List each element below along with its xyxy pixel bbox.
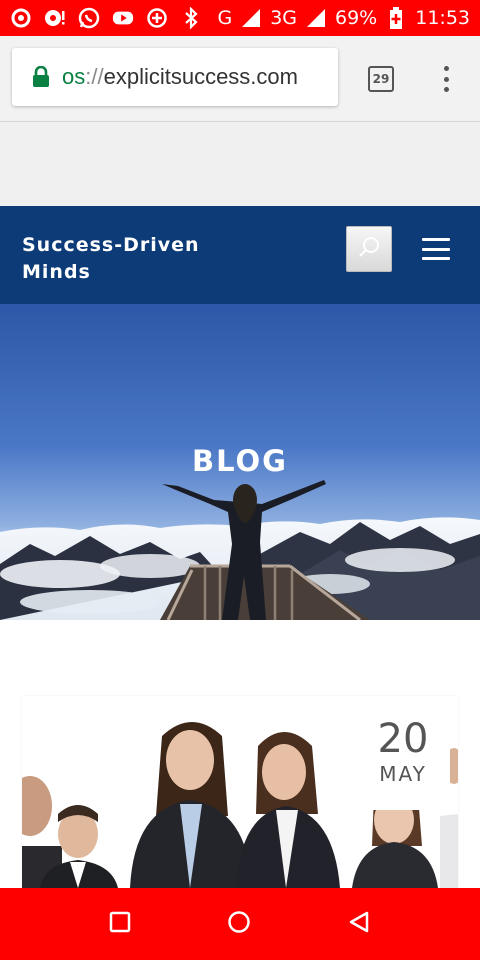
hamburger-line: [422, 238, 450, 241]
dot-icon: [443, 87, 449, 92]
clock: 11:53: [415, 7, 470, 29]
battery-charging-icon: [385, 7, 407, 29]
network-g-label: G: [217, 7, 233, 29]
record-icon: [10, 7, 32, 29]
network-3g-label: 3G: [270, 7, 297, 29]
blog-post-list: 20 MAY: [0, 620, 480, 888]
back-triangle-icon: [348, 910, 370, 939]
post-date-month: MAY: [379, 762, 427, 786]
dot-icon: [443, 66, 449, 71]
site-title[interactable]: Success-Driven Minds: [22, 232, 242, 286]
battery-percent: 69%: [335, 7, 378, 29]
notification-icon: [44, 7, 66, 29]
menu-button[interactable]: [422, 238, 450, 260]
tab-switcher-button[interactable]: 29: [368, 66, 394, 92]
whatsapp-icon: [78, 7, 100, 29]
hamburger-line: [422, 257, 450, 260]
search-button[interactable]: [346, 226, 392, 272]
dot-icon: [443, 76, 449, 82]
status-bar: G 3G 69% 11:53: [0, 0, 480, 36]
android-nav-bar: [0, 888, 480, 960]
page-top-gap: [0, 122, 480, 206]
status-icons-right: G 3G 69% 11:53: [217, 7, 470, 29]
signal-3g-icon: [305, 7, 327, 29]
hero-title: BLOG: [191, 444, 288, 478]
overflow-menu-button[interactable]: [436, 66, 456, 92]
hero-banner: BLOG: [0, 304, 480, 620]
data-saver-icon: [146, 7, 168, 29]
back-button[interactable]: [343, 908, 375, 940]
url-separator: ://: [85, 64, 104, 89]
square-icon: [109, 911, 131, 938]
url-scheme: os: [62, 64, 86, 89]
url-host: explicitsuccess.com: [103, 64, 298, 89]
address-bar[interactable]: os :// explicitsuccess.com: [12, 48, 338, 106]
site-header: Success-Driven Minds: [0, 206, 480, 304]
browser-toolbar: os :// explicitsuccess.com 29: [0, 36, 480, 122]
post-date-day: 20: [377, 716, 429, 762]
post-date-badge: 20 MAY: [356, 710, 450, 810]
hamburger-line: [422, 247, 450, 251]
signal-icon: [240, 7, 262, 29]
youtube-icon: [112, 7, 134, 29]
search-icon: [356, 234, 382, 265]
circle-icon: [227, 910, 251, 939]
home-button[interactable]: [223, 908, 255, 940]
lock-icon: [32, 65, 50, 88]
bluetooth-icon: [180, 7, 202, 29]
recent-apps-button[interactable]: [104, 908, 136, 940]
status-icons-left: [10, 7, 202, 29]
